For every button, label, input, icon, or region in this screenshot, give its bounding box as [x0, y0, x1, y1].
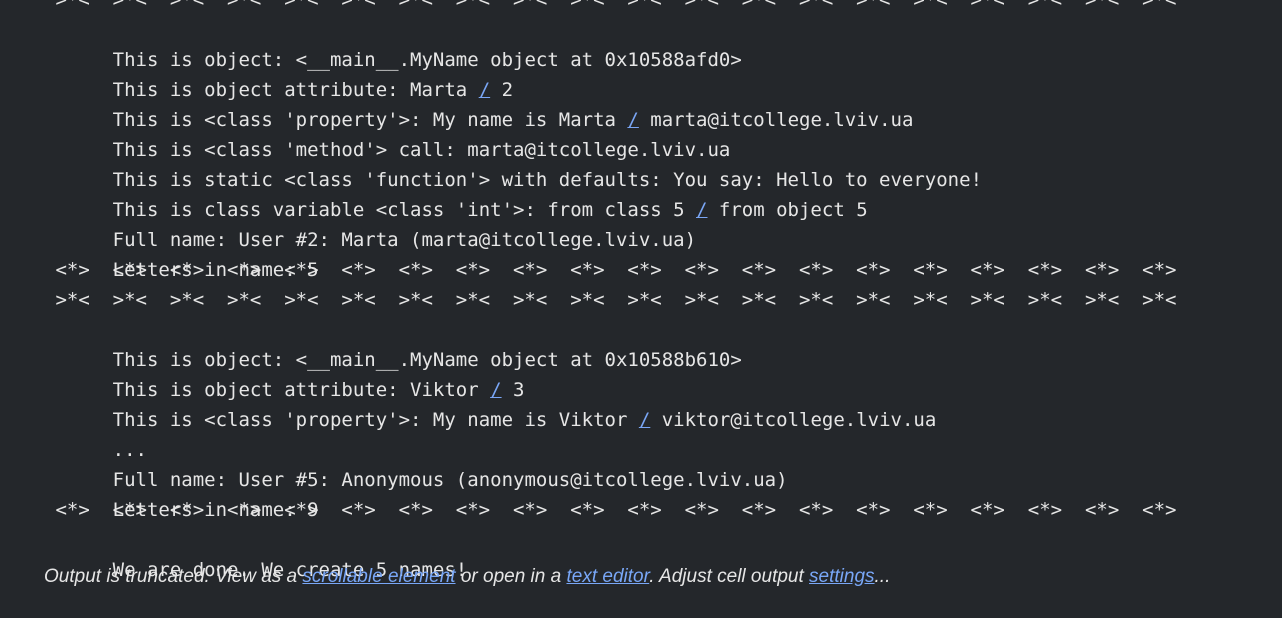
slash-separator: /	[478, 79, 491, 101]
settings-link[interactable]: settings	[809, 566, 874, 587]
output-text: from object 5	[707, 199, 868, 221]
separator-line: >*< >*< >*< >*< >*< >*< >*< >*< >*< >*< …	[44, 0, 1177, 11]
separator-line: >*< >*< >*< >*< >*< >*< >*< >*< >*< >*< …	[44, 289, 1177, 311]
output-line: We are done. We create 5 names!	[44, 525, 1282, 581]
output-text: 3	[501, 379, 525, 401]
output-line: This is object: <__main__.MyName object …	[44, 15, 1282, 71]
slash-separator: /	[627, 109, 639, 131]
truncation-text: . Adjust cell output	[649, 566, 810, 587]
slash-separator: /	[696, 199, 708, 221]
output-text: This is <class 'method'> call: marta@itc…	[112, 139, 731, 161]
text-editor-link[interactable]: text editor	[566, 566, 649, 587]
output-text: marta@itcollege.lviv.ua	[638, 109, 914, 131]
output-lines: >*< >*< >*< >*< >*< >*< >*< >*< >*< >*< …	[44, 0, 1282, 581]
output-line: Full name: User #5: Anonymous (anonymous…	[44, 435, 1282, 491]
slash-separator: /	[490, 379, 502, 401]
slash-separator: /	[638, 409, 651, 431]
output-text: This is <class 'property'>: My name is M…	[112, 109, 628, 131]
output-text: This is static <class 'function'> with d…	[112, 169, 983, 191]
output-text: ...	[112, 439, 147, 461]
output-text: This is object: <__main__.MyName object …	[112, 49, 742, 71]
output-text: Full name: User #5: Anonymous (anonymous…	[112, 469, 788, 491]
output-line: This is object: <__main__.MyName object …	[44, 315, 1282, 371]
output-text: 2	[490, 79, 514, 101]
output-text: This is object: <__main__.MyName object …	[112, 349, 742, 371]
output-text: This is object attribute: Marta	[112, 79, 479, 101]
output-text: This is class variable <class 'int'>: fr…	[112, 199, 697, 221]
output-text: viktor@itcollege.lviv.ua	[650, 409, 937, 431]
separator-line: <*> <*> <*> <*> <*> <*> <*> <*> <*> <*> …	[44, 499, 1177, 521]
output-text: This is <class 'property'>: My name is V…	[112, 409, 639, 431]
truncation-notice: Output is truncated. View as a scrollabl…	[44, 563, 890, 591]
truncation-text: Output is truncated. View as a	[44, 566, 303, 587]
output-text: Full name: User #2: Marta (marta@itcolle…	[112, 229, 697, 251]
separator-line: <*> <*> <*> <*> <*> <*> <*> <*> <*> <*> …	[44, 259, 1177, 281]
truncation-text: ...	[874, 566, 891, 587]
scrollable-element-link[interactable]: scrollable element	[302, 566, 455, 587]
output-text: This is object attribute: Viktor	[112, 379, 491, 401]
truncation-text: or open in a	[455, 566, 567, 587]
cell-output: >*< >*< >*< >*< >*< >*< >*< >*< >*< >*< …	[0, 0, 1282, 618]
